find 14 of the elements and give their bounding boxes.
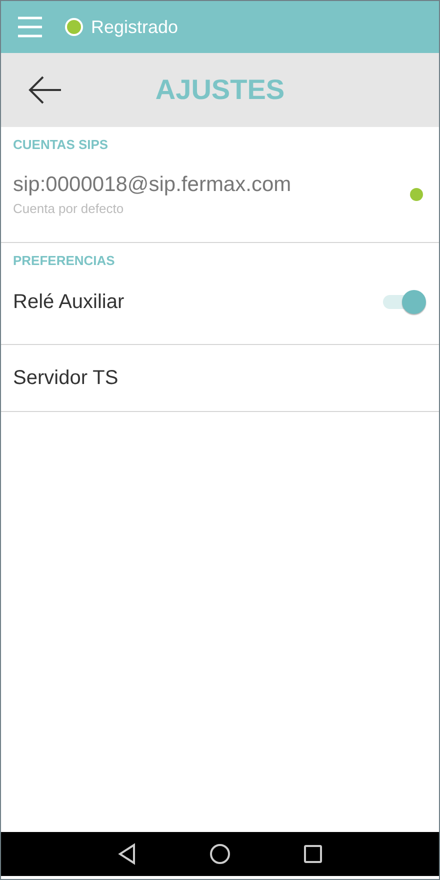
account-address[interactable]: sip:0000018@sip.fermax.com [13, 172, 292, 196]
status-label: Registrado [91, 16, 178, 38]
home-circle-icon[interactable] [209, 843, 231, 865]
setting-label: Relé Auxiliar [13, 290, 124, 314]
page-title: AJUSTES [155, 74, 285, 106]
section-title: PREFERENCIAS [13, 252, 116, 270]
setting-label: Servidor TS [13, 366, 118, 390]
account-subtitle: Cuenta por defecto [13, 200, 125, 216]
section-title: CUENTAS SIPS [13, 136, 110, 154]
settings-row[interactable]: Servidor TS [1, 345, 439, 412]
square-icon[interactable] [303, 844, 323, 864]
back-triangle-icon[interactable] [117, 843, 137, 865]
toggle-thumb[interactable] [402, 290, 426, 314]
toggle-switch[interactable] [381, 289, 427, 315]
